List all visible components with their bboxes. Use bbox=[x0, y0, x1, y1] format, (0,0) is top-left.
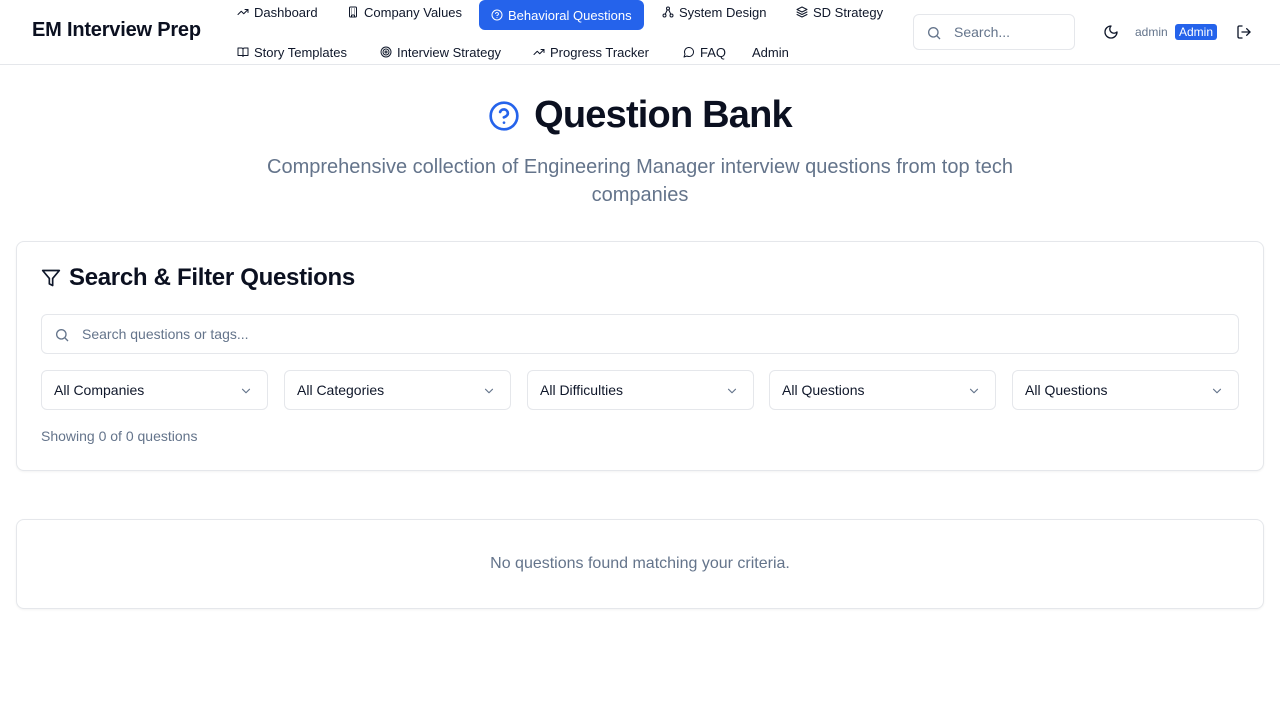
nav-story-templates[interactable]: Story Templates bbox=[225, 37, 359, 67]
network-icon bbox=[662, 6, 674, 18]
chevron-down-icon bbox=[241, 388, 251, 394]
nav-interview-strategy[interactable]: Interview Strategy bbox=[368, 37, 513, 67]
filter-card-header: Search & Filter Questions bbox=[41, 264, 355, 292]
global-search bbox=[913, 14, 1075, 50]
nav-company-values[interactable]: Company Values bbox=[335, 0, 474, 27]
log-out-icon bbox=[1237, 25, 1251, 39]
nav-sd-strategy-label: SD Strategy bbox=[813, 4, 884, 20]
page-subtitle: Comprehensive collection of Engineering … bbox=[267, 156, 1013, 206]
empty-state-message: No questions found matching your criteri… bbox=[490, 555, 790, 572]
nav-company-values-label: Company Values bbox=[364, 4, 463, 20]
nav-faq-label: FAQ bbox=[700, 44, 727, 60]
filter-card-title: Search & Filter Questions bbox=[69, 264, 355, 291]
question-search-input[interactable] bbox=[42, 315, 1238, 353]
company-select-value: All Companies bbox=[54, 382, 145, 398]
nav-admin[interactable]: Admin bbox=[740, 37, 801, 67]
nav-sd-strategy[interactable]: SD Strategy bbox=[784, 0, 895, 27]
nav-story-templates-label: Story Templates bbox=[254, 44, 347, 60]
nav-behavioral-questions-label: Behavioral Questions bbox=[508, 7, 632, 23]
difficulty-select[interactable]: All Difficulties bbox=[527, 370, 754, 410]
question-status-select-value: All Questions bbox=[1025, 382, 1108, 398]
nav-dashboard-label: Dashboard bbox=[254, 4, 318, 20]
search-icon bbox=[56, 329, 69, 342]
question-status-select[interactable]: All Questions bbox=[1012, 370, 1239, 410]
filter-icon bbox=[41, 269, 61, 287]
trending-up-icon bbox=[533, 49, 545, 55]
target-icon bbox=[380, 46, 392, 58]
difficulty-select-value: All Difficulties bbox=[540, 382, 623, 398]
category-select-value: All Categories bbox=[297, 382, 385, 398]
help-circle-icon bbox=[491, 9, 503, 21]
user-name: admin bbox=[1135, 25, 1168, 39]
layers-icon bbox=[796, 6, 808, 18]
nav-behavioral-questions[interactable]: Behavioral Questions bbox=[479, 0, 644, 30]
app-title[interactable]: EM Interview Prep bbox=[32, 19, 201, 42]
result-count: Showing 0 of 0 questions bbox=[41, 428, 198, 444]
question-search bbox=[41, 314, 1239, 354]
trending-up-icon bbox=[237, 9, 249, 15]
nav-admin-label: Admin bbox=[752, 44, 789, 60]
nav-system-design[interactable]: System Design bbox=[650, 0, 778, 27]
question-type-select[interactable]: All Questions bbox=[769, 370, 996, 410]
logout-button[interactable] bbox=[1230, 18, 1258, 46]
book-open-icon bbox=[237, 47, 249, 57]
building-icon bbox=[349, 6, 357, 18]
role-badge: Admin bbox=[1175, 24, 1218, 40]
nav-faq[interactable]: FAQ bbox=[671, 37, 738, 67]
top-navbar: EM Interview Prep Dashboard Company Valu… bbox=[0, 0, 1280, 65]
nav-progress-tracker-label: Progress Tracker bbox=[550, 44, 649, 60]
chevron-down-icon bbox=[969, 388, 979, 394]
company-select[interactable]: All Companies bbox=[41, 370, 268, 410]
results-card: No questions found matching your criteri… bbox=[16, 519, 1264, 609]
nav-progress-tracker[interactable]: Progress Tracker bbox=[521, 37, 661, 67]
page-header: Question Bank bbox=[0, 94, 1280, 137]
message-circle-icon bbox=[683, 47, 694, 58]
question-type-select-value: All Questions bbox=[782, 382, 865, 398]
chevron-down-icon bbox=[1212, 388, 1222, 394]
help-circle-icon bbox=[489, 100, 519, 131]
search-icon bbox=[928, 27, 941, 40]
nav-interview-strategy-label: Interview Strategy bbox=[397, 44, 502, 60]
theme-toggle-button[interactable] bbox=[1097, 18, 1125, 46]
chevron-down-icon bbox=[484, 388, 494, 394]
nav-system-design-label: System Design bbox=[679, 4, 767, 20]
filter-card: Search & Filter Questions All Companies … bbox=[16, 241, 1264, 471]
page-title: Question Bank bbox=[534, 94, 793, 136]
category-select[interactable]: All Categories bbox=[284, 370, 511, 410]
nav-dashboard[interactable]: Dashboard bbox=[225, 0, 330, 27]
chevron-down-icon bbox=[727, 388, 737, 394]
moon-icon bbox=[1104, 25, 1118, 39]
